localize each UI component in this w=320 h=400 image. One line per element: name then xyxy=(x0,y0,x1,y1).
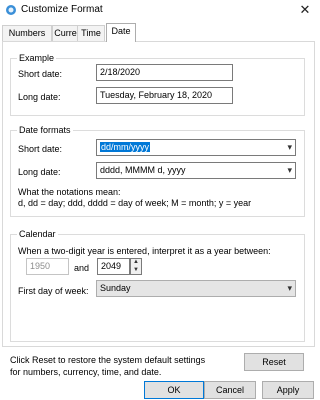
chevron-down-icon[interactable]: ▾ xyxy=(287,281,292,296)
long-date-label: Long date: xyxy=(18,167,61,177)
tab-numbers[interactable]: Numbers xyxy=(2,25,52,41)
example-heading: Example xyxy=(17,52,57,64)
notation-text: d, dd = day; ddd, dddd = day of week; M … xyxy=(18,198,252,208)
long-date-combo[interactable]: dddd, MMMM d, yyyy ▾ xyxy=(96,162,296,179)
short-date-label: Short date: xyxy=(18,144,63,154)
close-icon: ✕ xyxy=(299,2,311,17)
short-date-value: dd/mm/yyyy xyxy=(100,142,151,152)
spin-down-icon[interactable]: ▼ xyxy=(131,267,141,274)
spin-up-icon[interactable]: ▲ xyxy=(131,259,141,266)
chevron-down-icon[interactable]: ▾ xyxy=(287,140,292,155)
short-date-combo[interactable]: dd/mm/yyyy ▾ xyxy=(96,139,296,156)
tab-date[interactable]: Date xyxy=(106,23,136,42)
calendar-heading: Calendar xyxy=(17,228,58,240)
ok-button[interactable]: OK xyxy=(144,381,204,399)
year-to-field[interactable]: 2049 xyxy=(97,258,130,275)
two-digit-year-text: When a two-digit year is entered, interp… xyxy=(18,246,271,256)
window-title: Customize Format xyxy=(21,4,103,15)
apply-button[interactable]: Apply xyxy=(262,381,314,399)
first-day-of-week-label: First day of week: xyxy=(18,286,89,296)
chevron-down-icon[interactable]: ▾ xyxy=(287,163,292,178)
year-from-field: 1950 xyxy=(26,258,69,275)
first-day-of-week-combo[interactable]: Sunday ▾ xyxy=(96,280,296,297)
long-date-value: dddd, MMMM d, yyyy xyxy=(100,165,186,175)
example-long-date-field: Tuesday, February 18, 2020 xyxy=(96,87,233,104)
close-button[interactable]: ✕ xyxy=(296,1,314,19)
date-formats-heading: Date formats xyxy=(17,124,73,136)
cancel-button[interactable]: Cancel xyxy=(204,381,256,399)
year-to-spinner[interactable]: ▲ ▼ xyxy=(130,258,142,275)
control-panel-icon xyxy=(6,5,16,15)
tab-time[interactable]: Time xyxy=(77,25,105,41)
first-day-of-week-value: Sunday xyxy=(100,283,131,293)
example-short-date-label: Short date: xyxy=(18,69,63,79)
and-label: and xyxy=(74,263,90,273)
title-bar: Customize Format ✕ xyxy=(0,0,318,20)
reset-button[interactable]: Reset xyxy=(244,353,304,371)
example-long-date-label: Long date: xyxy=(18,92,61,102)
reset-instructions: Click Reset to restore the system defaul… xyxy=(10,355,206,377)
example-short-date-field: 2/18/2020 xyxy=(96,64,233,81)
